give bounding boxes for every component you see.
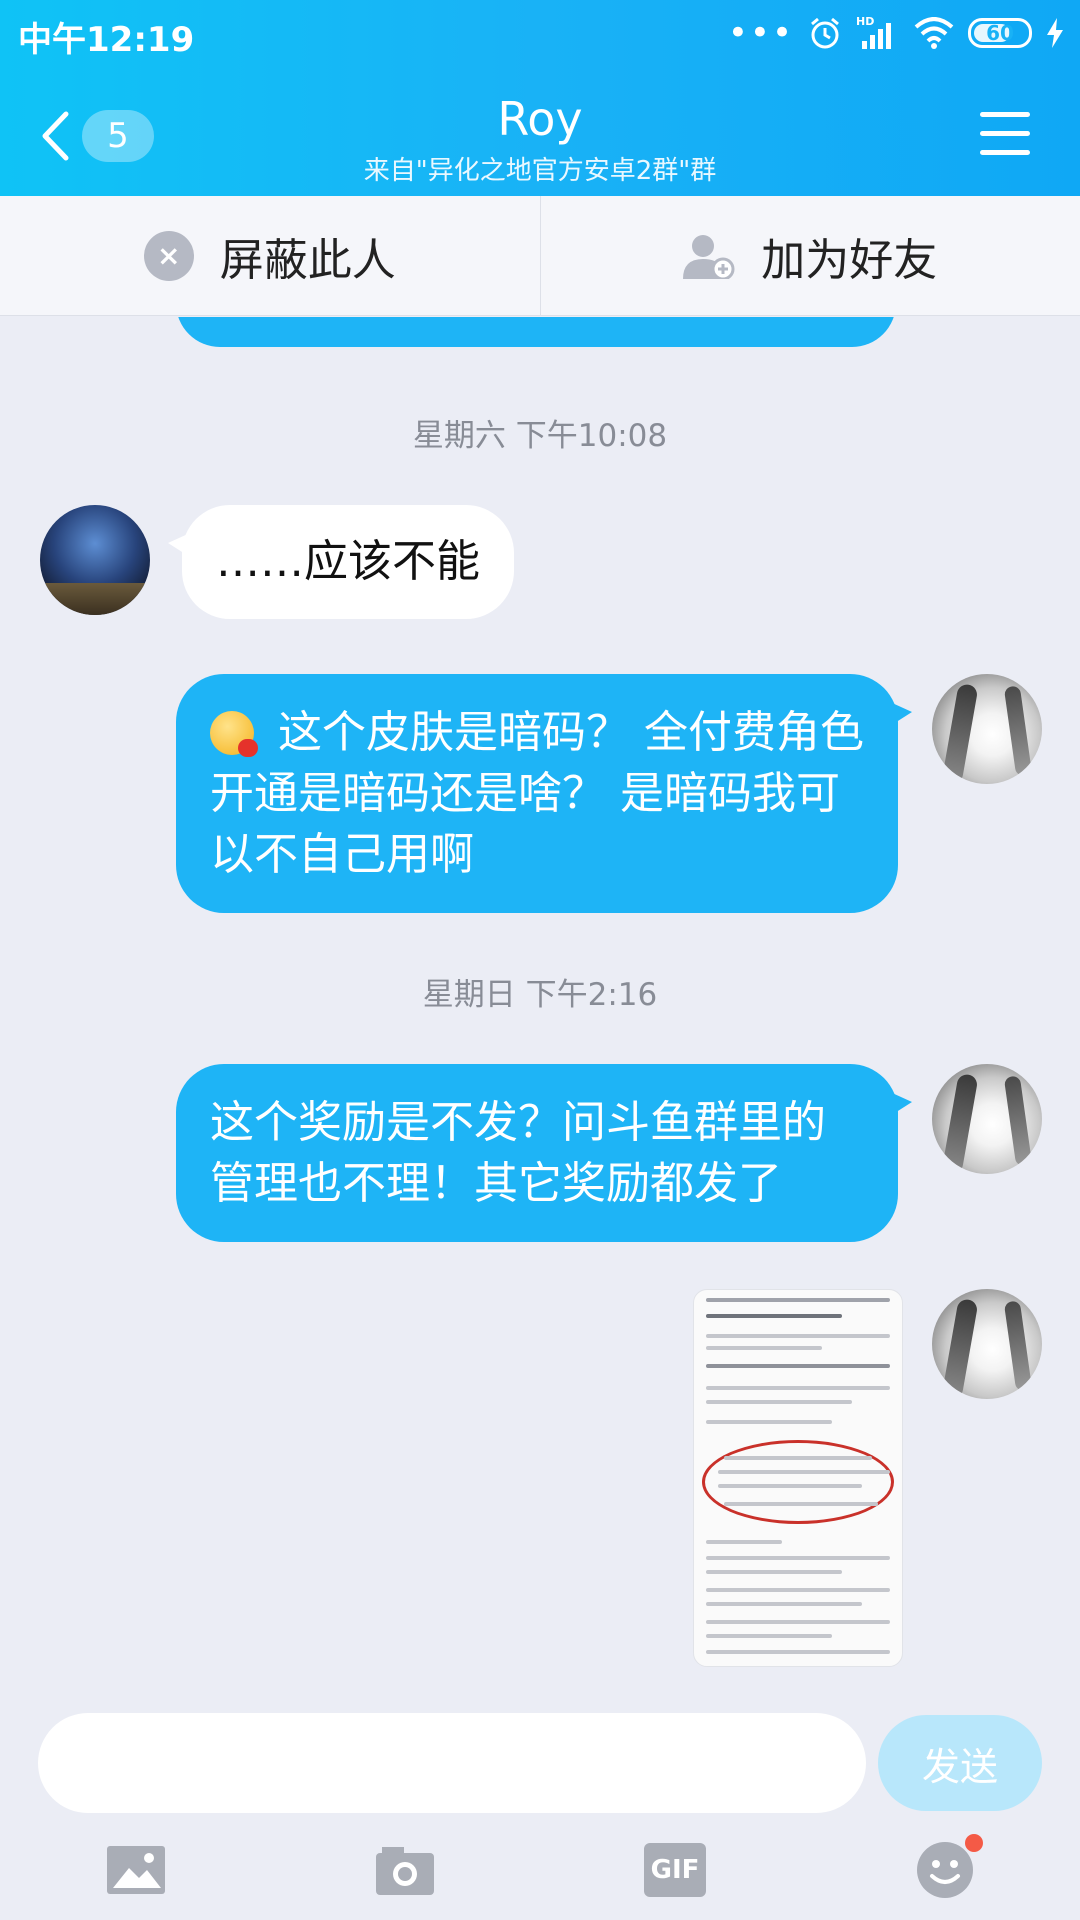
image-icon [107, 1846, 165, 1894]
emoji-button[interactable] [913, 1834, 983, 1900]
chat-title: Roy [497, 92, 583, 146]
image-message-thumbnail[interactable] [693, 1289, 903, 1667]
add-friend-button[interactable]: 加为好友 [539, 196, 1080, 315]
highlight-oval [702, 1440, 894, 1524]
my-avatar[interactable] [932, 674, 1042, 784]
message-timestamp: 星期日 下午2:16 [422, 977, 658, 1013]
incoming-message[interactable]: ……应该不能 [168, 505, 514, 619]
more-dots-icon: ••• [727, 13, 794, 53]
svg-text:HD: HD [856, 15, 874, 28]
hamburger-icon [980, 112, 1030, 117]
vomiting-face-icon [210, 711, 258, 757]
smiley-icon [917, 1842, 973, 1898]
camera-icon [376, 1847, 434, 1895]
partial-message-bubble[interactable] [176, 317, 896, 347]
block-user-button[interactable]: × 屏蔽此人 [0, 196, 540, 315]
notification-dot [965, 1834, 983, 1852]
camera-button[interactable] [373, 1840, 437, 1900]
status-bar: 中午12:19 ••• HD 60 [0, 0, 1080, 66]
gif-button[interactable]: GIF [643, 1840, 707, 1900]
add-friend-icon [683, 234, 735, 279]
outgoing-message[interactable]: 这个皮肤是暗码？ 全付费角色开通是暗码还是啥？ 是暗码我可以不自己用啊 [176, 674, 912, 913]
photo-button[interactable] [104, 1840, 168, 1900]
message-text: 这个皮肤是暗码？ 全付费角色开通是暗码还是啥？ 是暗码我可以不自己用啊 [210, 707, 864, 880]
composer: 发送 GIF [0, 1705, 1080, 1920]
send-button[interactable]: 发送 [878, 1715, 1042, 1811]
block-icon: × [143, 230, 194, 281]
my-avatar[interactable] [932, 1289, 1042, 1399]
add-friend-label: 加为好友 [761, 234, 938, 286]
composer-toolbar: GIF [0, 1830, 1080, 1910]
battery-icon: 60 [968, 18, 1032, 48]
alarm-icon [808, 16, 842, 50]
message-timestamp: 星期六 下午10:08 [412, 418, 668, 454]
battery-level: 60 [986, 21, 1014, 45]
outgoing-message[interactable]: 这个奖励是不发？问斗鱼群里的管理也不理！其它奖励都发了 [176, 1064, 912, 1242]
wifi-icon [914, 17, 954, 49]
signal-icon: HD [856, 15, 900, 51]
message-list[interactable]: 星期六 下午10:08 ……应该不能 这个皮肤是暗码？ 全付费角色开通是暗码还是… [0, 317, 1080, 1705]
sender-avatar[interactable] [40, 505, 150, 615]
charging-icon [1046, 18, 1064, 48]
status-icons: ••• HD 60 [728, 12, 1064, 54]
chat-header: 中午12:19 ••• HD 60 5 Roy 来自"异化之地官方安卓2群"群 [0, 0, 1080, 196]
stranger-action-bar: × 屏蔽此人 加为好友 [0, 196, 1080, 316]
chat-subtitle: 来自"异化之地官方安卓2群"群 [363, 156, 717, 186]
message-input[interactable] [38, 1713, 866, 1813]
status-time: 中午12:19 [18, 20, 195, 60]
menu-button[interactable] [980, 112, 1030, 156]
block-user-label: 屏蔽此人 [219, 234, 396, 286]
gif-icon: GIF [644, 1843, 706, 1897]
my-avatar[interactable] [932, 1064, 1042, 1174]
